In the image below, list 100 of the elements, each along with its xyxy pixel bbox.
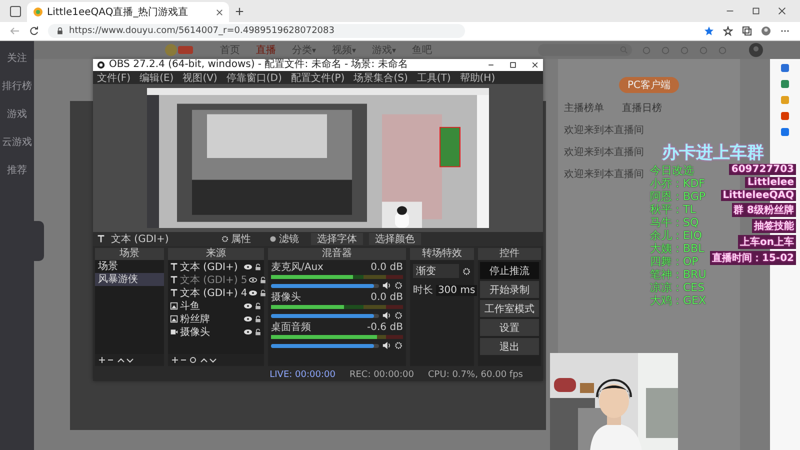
visibility-icon[interactable] — [249, 276, 258, 284]
sidebar-item[interactable]: 推荐 — [7, 163, 27, 177]
speaker-icon[interactable] — [382, 341, 391, 350]
lock-icon[interactable] — [254, 262, 262, 270]
pick-line: 余儿：EIQ — [650, 229, 702, 242]
channel-name: 麦克风/Aux — [270, 262, 324, 273]
menu-item[interactable]: 文件(F) — [97, 70, 131, 84]
lock-icon[interactable] — [259, 288, 268, 296]
dock-title: 混音器 — [268, 248, 406, 260]
star-icon[interactable] — [704, 26, 714, 36]
new-tab-icon[interactable] — [235, 6, 244, 16]
toolbar-button[interactable]: 属性 — [214, 233, 257, 245]
visibility-icon[interactable] — [244, 262, 252, 270]
volume-slider[interactable] — [270, 314, 379, 318]
cpu-status: CPU: 0.7%, 60.00 fps — [428, 370, 523, 380]
menu-item[interactable]: 编辑(E) — [140, 70, 174, 84]
close-icon[interactable] — [531, 61, 539, 69]
close-icon[interactable] — [778, 7, 786, 15]
lock-icon[interactable] — [254, 302, 262, 310]
channel-name: 桌面音频 — [270, 322, 311, 333]
visibility-icon[interactable] — [244, 302, 252, 310]
settings-icon[interactable] — [394, 311, 403, 320]
pick-line: 秋平：TL — [650, 203, 696, 216]
site-favicon-icon — [33, 7, 43, 17]
source-item[interactable]: 斗鱼 — [180, 298, 242, 312]
volume-slider[interactable] — [270, 344, 379, 348]
menu-item[interactable]: 视图(V) — [182, 70, 218, 84]
scene-item[interactable]: 场景 — [95, 260, 164, 273]
gear-icon — [220, 235, 229, 243]
control-button[interactable]: 工作室模式 — [480, 300, 539, 317]
control-button[interactable]: 停止推流 — [480, 262, 539, 279]
address-bar[interactable]: https://www.douyu.com/5614007_r=0.4989519628072083 — [48, 24, 465, 38]
pick-line: 小乔：KDF — [650, 177, 706, 190]
menu-item[interactable]: 配置文件(P) — [290, 70, 345, 84]
pick-line: 阿恩：BGP — [650, 190, 706, 203]
control-button[interactable]: 退出 — [480, 338, 539, 355]
duration-field[interactable]: 300 ms — [436, 284, 478, 296]
settings-icon[interactable] — [394, 341, 403, 350]
menu-item[interactable]: 场景集合(S) — [354, 70, 408, 84]
settings-icon[interactable] — [394, 281, 403, 290]
source-item[interactable]: 摄像头 — [180, 324, 242, 338]
profile-avatar-icon[interactable] — [761, 26, 771, 36]
toolbar-button[interactable]: 选择字体 — [310, 233, 363, 245]
pick-line: 马牛：SQ — [650, 216, 699, 229]
toolbar-button[interactable]: 选择颜色 — [368, 233, 421, 245]
text-source-icon — [170, 262, 178, 270]
pick-line: 大姨：BBL — [650, 242, 704, 255]
control-button[interactable]: 设置 — [480, 319, 539, 336]
tab-title: Little1eeQAQ直播_热门游戏直 — [47, 6, 190, 19]
menu-item[interactable]: 帮助(H) — [460, 70, 496, 84]
sidebar-handle[interactable] — [34, 221, 44, 261]
image-source-icon — [170, 302, 178, 310]
close-tab-icon[interactable] — [216, 8, 223, 16]
camera-source-icon — [170, 328, 178, 336]
scene-item[interactable]: 风暴游侠 — [95, 273, 164, 286]
dock-title: 来源 — [168, 248, 264, 260]
chat-message: 欢迎来到本直播间 — [564, 168, 644, 181]
lock-icon[interactable] — [254, 314, 262, 322]
control-button[interactable]: 开始录制 — [480, 281, 539, 298]
sidebar-item[interactable]: 云游戏 — [2, 135, 32, 149]
speaker-icon[interactable] — [382, 281, 391, 290]
source-item[interactable]: 文本 (GDI+) — [180, 260, 242, 274]
source-item[interactable]: 粉丝牌 — [180, 312, 242, 326]
chat-message: 欢迎来到本直播间 — [564, 146, 644, 159]
selected-source-label: 文本 (GDI+) — [111, 232, 169, 246]
maximize-icon[interactable] — [509, 61, 517, 69]
menu-item[interactable]: 停靠窗口(D) — [226, 70, 282, 84]
chat-message: 欢迎来到本直播间 — [564, 124, 644, 137]
pc-client-button[interactable]: PC客户端 — [619, 77, 678, 93]
favorites-icon[interactable] — [723, 26, 733, 36]
sidebar-item[interactable]: 排行榜 — [2, 79, 32, 93]
volume-slider[interactable] — [270, 284, 379, 288]
tab-actions-icon[interactable] — [10, 6, 21, 16]
pick-line: 四舞：OP — [650, 255, 698, 268]
visibility-icon[interactable] — [244, 328, 252, 336]
pick-line: 凉凉：CES — [650, 281, 705, 294]
logo-icon — [164, 43, 194, 57]
sidebar-item[interactable]: 游戏 — [7, 107, 27, 121]
lock-icon[interactable] — [259, 276, 268, 284]
visibility-icon[interactable] — [244, 314, 252, 322]
settings-icon[interactable] — [462, 266, 471, 276]
collections-icon[interactable] — [742, 26, 752, 36]
reload-icon[interactable] — [29, 26, 39, 36]
window-title: OBS 27.2.4 (64-bit, windows) - 配置文件: 未命名 - 场景: 未命名 — [109, 59, 408, 71]
live-status: LIVE: 00:00:00 — [270, 370, 336, 380]
lock-icon[interactable] — [254, 328, 262, 336]
search-field[interactable] — [538, 44, 632, 56]
visibility-icon[interactable] — [249, 288, 258, 296]
source-item[interactable]: 文本 (GDI+) 4 — [180, 286, 248, 300]
sidebar-item[interactable]: 关注 — [7, 51, 27, 65]
pick-line: 笔神：BRU — [650, 268, 706, 281]
toolbar-button[interactable]: 滤镜 — [262, 233, 305, 245]
source-item[interactable]: 文本 (GDI+) 5 — [180, 272, 248, 286]
maximize-icon[interactable] — [752, 7, 760, 15]
chat-tab[interactable]: 直播日榜 — [622, 101, 662, 115]
menu-item[interactable]: 工具(T) — [416, 70, 451, 84]
overlay-title: 办卡进上车群 — [662, 142, 764, 164]
browser-tab[interactable]: Little1eeQAQ直播_热门游戏直 — [27, 2, 229, 22]
speaker-icon[interactable] — [382, 311, 391, 320]
transition-select[interactable]: 渐变 — [412, 264, 459, 278]
